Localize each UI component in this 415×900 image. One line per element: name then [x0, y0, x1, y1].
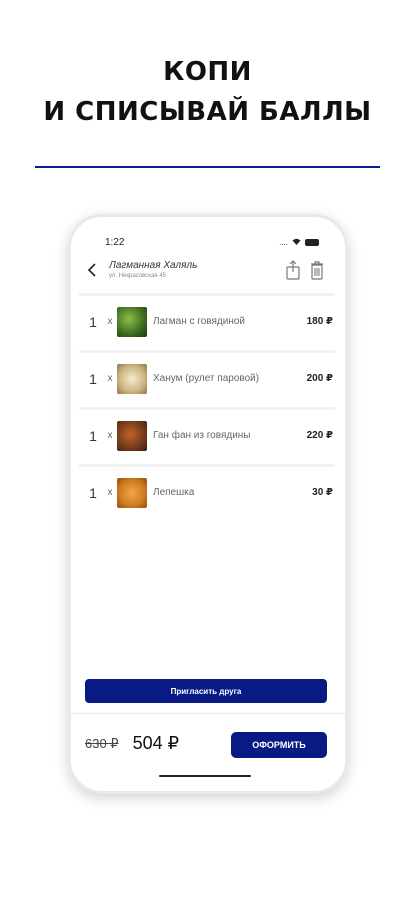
promo-headline: КОПИ И СПИСЫВАЙ БАЛЛЫ	[0, 52, 415, 132]
checkout-button[interactable]: ОФОРМИТЬ	[231, 732, 327, 758]
item-name: Лепешка	[153, 487, 195, 498]
item-price: 30 ₽	[312, 487, 333, 498]
cart-item[interactable]: 1 x Ханум (рулет паровой) 200 ₽	[79, 350, 335, 404]
chevron-left-icon	[88, 263, 96, 277]
order-footer: 630 ₽ 504 ₽ ОФОРМИТЬ	[71, 713, 345, 773]
phone-frame: 1:22 .... Лагманная Халяль ул. Некрасовс…	[68, 214, 348, 794]
back-button[interactable]	[83, 260, 101, 280]
total-price: 504 ₽	[132, 733, 180, 753]
share-icon[interactable]	[285, 260, 301, 280]
venue-info: Лагманная Халяль ул. Некрасовская 45	[109, 260, 285, 280]
item-quantity[interactable]: 1	[83, 314, 103, 330]
home-indicator[interactable]	[159, 775, 251, 777]
cart-item[interactable]: 1 x Ган фан из говядины 220 ₽	[79, 407, 335, 461]
invite-friend-button[interactable]: Пригласить друга	[85, 679, 327, 703]
signal-icon: ....	[279, 237, 288, 247]
item-name: Ханум (рулет паровой)	[153, 373, 260, 384]
promo-headline-line2: И СПИСЫВАЙ БАЛЛЫ	[43, 97, 372, 127]
order-header: Лагманная Халяль ул. Некрасовская 45	[83, 255, 325, 285]
cart-list: 1 x Лагман с говядиной 180 ₽ 1 x Ханум (…	[79, 293, 335, 521]
cart-item[interactable]: 1 x Лепешка 30 ₽	[79, 464, 335, 518]
promo-headline-line1: КОПИ	[163, 57, 252, 87]
wifi-icon	[292, 238, 301, 247]
khanum-photo	[117, 363, 147, 394]
trash-icon[interactable]	[309, 260, 325, 280]
item-times: x	[107, 373, 113, 384]
status-icons: ....	[279, 238, 319, 247]
item-price: 200 ₽	[306, 373, 333, 384]
venue-address: ул. Некрасовская 45	[109, 273, 166, 279]
venue-name: Лагманная Халяль	[109, 260, 198, 271]
status-bar: 1:22 ....	[105, 235, 319, 249]
lagman-photo	[117, 306, 147, 337]
old-price: 630 ₽	[85, 735, 119, 751]
item-price: 220 ₽	[306, 430, 333, 441]
item-quantity[interactable]: 1	[83, 428, 103, 444]
headline-divider	[35, 166, 380, 168]
item-times: x	[107, 487, 113, 498]
header-actions	[285, 260, 325, 280]
status-time: 1:22	[105, 236, 125, 248]
cart-item[interactable]: 1 x Лагман с говядиной 180 ₽	[79, 293, 335, 347]
battery-icon	[305, 238, 319, 246]
item-quantity[interactable]: 1	[83, 485, 103, 501]
item-name: Лагман с говядиной	[153, 316, 245, 327]
flatbread-photo	[117, 477, 147, 508]
ganfan-photo	[117, 420, 147, 451]
item-quantity[interactable]: 1	[83, 371, 103, 387]
item-times: x	[107, 316, 113, 327]
item-name: Ган фан из говядины	[153, 430, 251, 441]
item-price: 180 ₽	[306, 316, 333, 327]
item-times: x	[107, 430, 113, 441]
